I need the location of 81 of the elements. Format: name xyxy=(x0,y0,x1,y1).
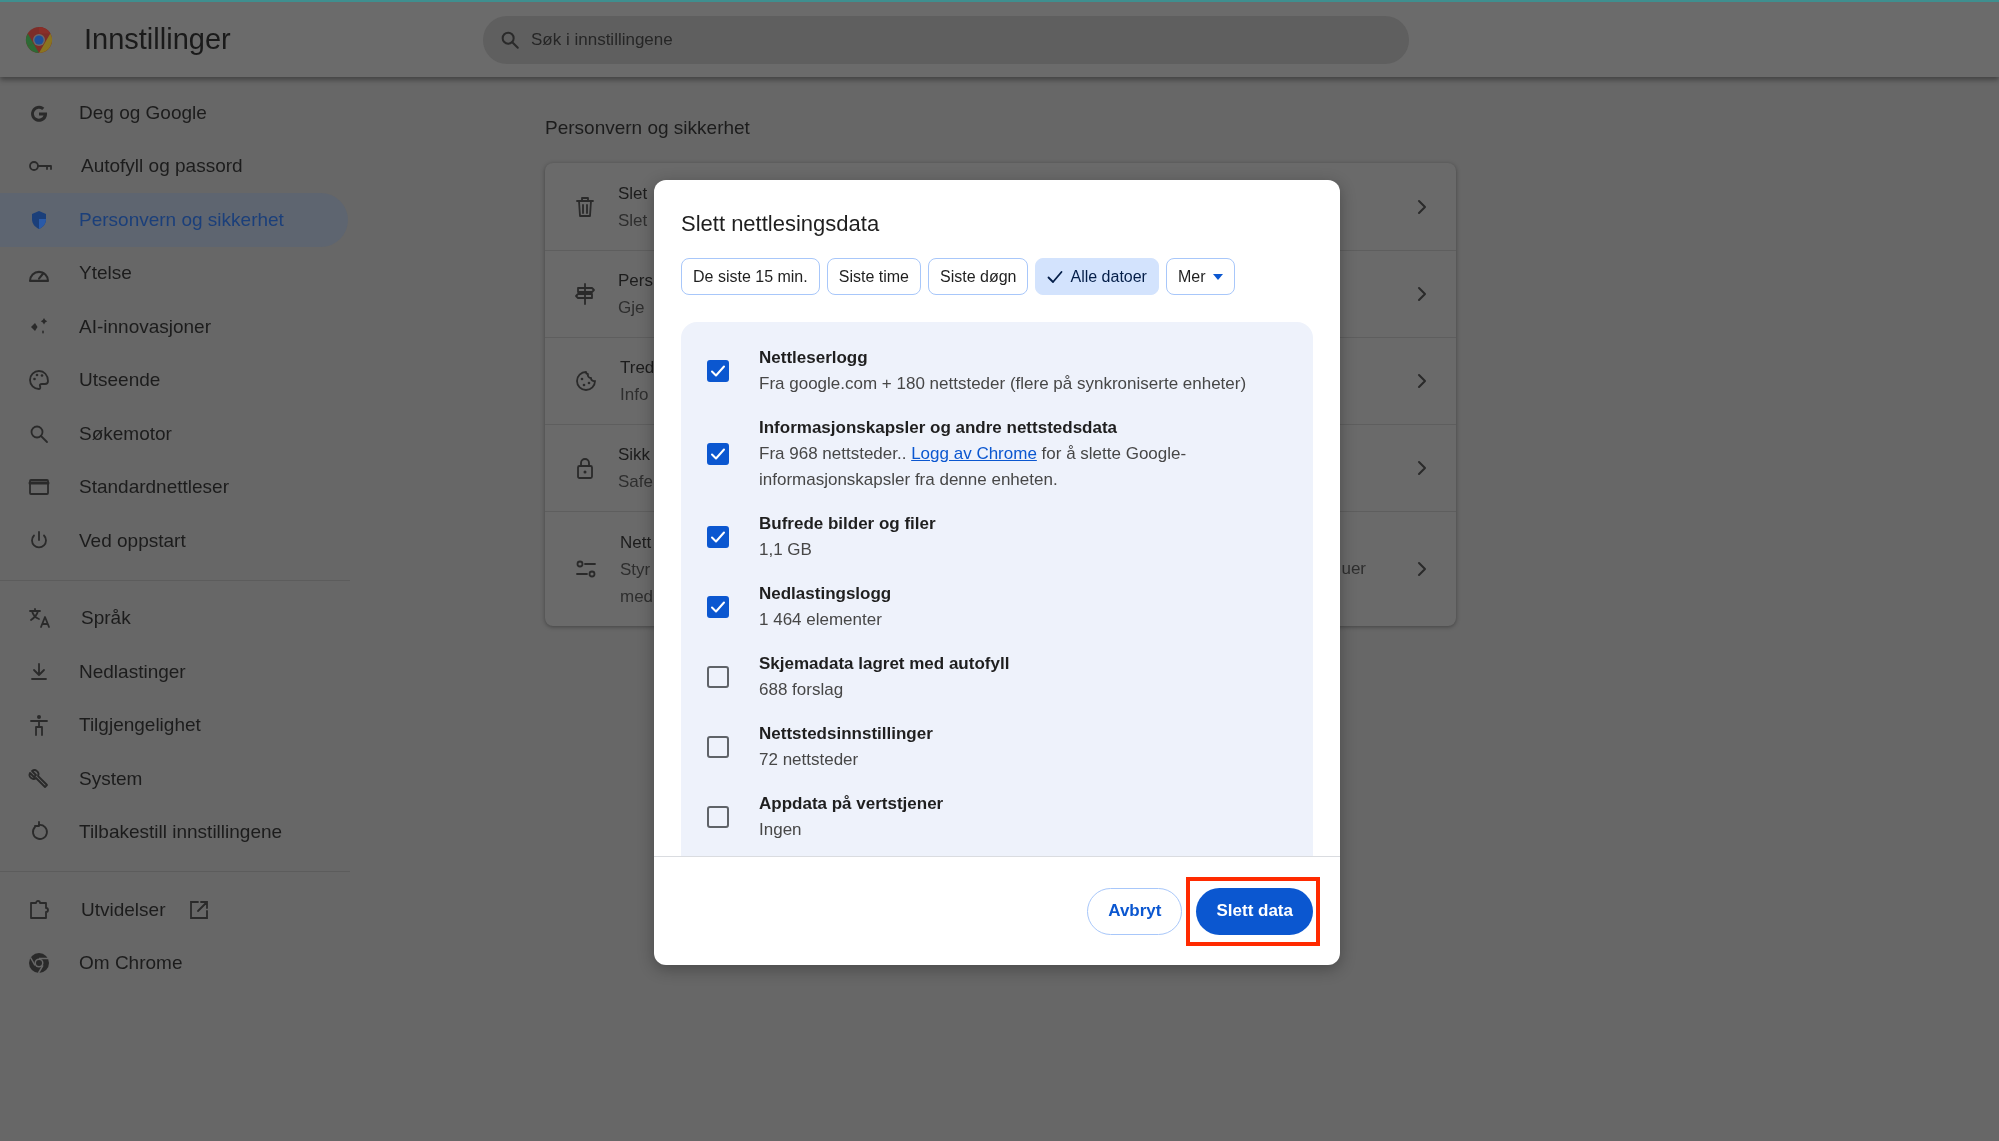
row-title: Nett xyxy=(620,531,652,554)
checkmark-icon xyxy=(1047,269,1064,284)
sidebar-item[interactable]: Utvidelser xyxy=(0,883,348,937)
translate-icon xyxy=(27,606,53,631)
checkbox[interactable] xyxy=(707,736,729,758)
sidebar-item[interactable]: Språk xyxy=(0,591,348,645)
item-description: Fra google.com + 180 nettsteder (flere på synkroniserte enheter) xyxy=(759,373,1247,395)
time-range-chip[interactable]: De siste 15 min. xyxy=(681,258,820,295)
item-title: Appdata på vertstjener xyxy=(759,793,944,815)
sidebar-item[interactable]: Om Chrome xyxy=(0,936,348,990)
sign-out-link[interactable]: Logg av Chrome xyxy=(911,444,1037,463)
row-description: Info xyxy=(620,384,649,406)
checkbox[interactable] xyxy=(707,596,729,618)
more-dropdown[interactable]: Mer xyxy=(1165,258,1235,295)
chevron-icon[interactable] xyxy=(1416,197,1428,216)
chevron-icon[interactable] xyxy=(1416,372,1428,390)
item-description: 1 464 elementer xyxy=(759,609,883,631)
trash-icon xyxy=(574,194,596,219)
row-description: Styr xyxy=(620,558,651,581)
chevron-icon[interactable] xyxy=(1416,459,1428,477)
row-description: Gje xyxy=(618,297,645,319)
section-title: Personvern og sikkerhet xyxy=(545,117,751,139)
item-title: Skjemadata lagret med autofyll xyxy=(759,653,1010,675)
caret-icon xyxy=(1212,273,1223,280)
checkbox[interactable] xyxy=(707,806,729,828)
sidebar-item[interactable]: Søkemotor xyxy=(0,407,348,461)
chevron-icon[interactable] xyxy=(1416,285,1428,303)
sidebar-item[interactable]: Deg og Google xyxy=(0,86,348,140)
item-title: Informasjonskapsler og andre nettstedsdata xyxy=(759,417,1119,439)
time-range-chip[interactable]: Siste time xyxy=(826,258,921,295)
item-description: Fra 968 nettsteder.. Logg av Chrome for å slette Google-informasjonskapsler fra denne enheten. xyxy=(759,443,1188,491)
item-description: 688 forslag xyxy=(759,679,845,701)
row-description: Slet xyxy=(618,209,648,232)
page-title: Innstillinger xyxy=(84,23,232,56)
sidebar-item[interactable]: Ved oppstart xyxy=(0,514,348,568)
row-description: uer xyxy=(1341,559,1366,579)
checkbox[interactable] xyxy=(707,443,729,465)
item-description: 1,1 GB xyxy=(759,539,813,561)
item-description: Ingen xyxy=(759,819,803,841)
accessibility-icon xyxy=(27,713,51,738)
item-title: Bufrede bilder og filer xyxy=(759,513,936,535)
sidebar-item[interactable]: Utseende xyxy=(0,353,348,407)
lock-icon xyxy=(574,456,596,480)
sidebar-item[interactable]: Ytelse xyxy=(0,246,348,300)
sidebar-item[interactable]: AI-innovasjoner xyxy=(0,300,348,354)
browser-logo-icon xyxy=(24,24,54,55)
row-title: Slet xyxy=(618,182,648,205)
row-title: Tred xyxy=(620,357,655,379)
row-description: Safe xyxy=(618,471,653,493)
chevron-icon[interactable] xyxy=(1416,560,1428,578)
checkmark-icon xyxy=(710,600,726,614)
checkmark-icon xyxy=(710,447,726,461)
checkmark-icon xyxy=(710,364,726,378)
checkmark-icon xyxy=(710,530,726,544)
row-title: Pers xyxy=(618,270,653,292)
delete-data-button[interactable]: Slett data xyxy=(1196,887,1313,935)
sidebar-item[interactable]: Autofyll og passord xyxy=(0,139,348,193)
sidebar-item[interactable]: Standardnettleser xyxy=(0,460,348,514)
item-title: Nettstedsinnstillinger xyxy=(759,723,933,745)
signpost-icon xyxy=(574,282,596,306)
sidebar-item[interactable]: Tilgjengelighet xyxy=(0,698,348,752)
item-title: Nedlastingslogg xyxy=(759,583,892,605)
dialog-title: Slett nettlesingsdata xyxy=(681,210,881,238)
sidebar-item[interactable]: Personvern og sikkerhet xyxy=(0,193,348,247)
browser-logo-icon xyxy=(27,951,51,976)
row-title: Sikk xyxy=(618,444,651,466)
cookie-icon xyxy=(574,369,598,393)
wrench-icon xyxy=(27,766,51,791)
sidebar-item[interactable]: Nedlastinger xyxy=(0,645,348,699)
time-range-chip[interactable]: Alle datoer xyxy=(1035,258,1159,295)
time-range-chip[interactable]: Siste døgn xyxy=(927,258,1029,295)
item-title: Nettleserlogg xyxy=(759,347,869,369)
sidebar-item[interactable]: Tilbakestill innstillingene xyxy=(0,805,348,859)
checkbox[interactable] xyxy=(707,360,729,382)
checkbox[interactable] xyxy=(707,666,729,688)
checkbox[interactable] xyxy=(707,526,729,548)
row-description: med xyxy=(620,585,654,608)
palette-icon xyxy=(27,368,51,393)
cancel-button[interactable]: Avbryt xyxy=(1087,887,1183,935)
sidebar-item[interactable]: System xyxy=(0,752,348,806)
item-description: 72 nettsteder xyxy=(759,749,860,771)
